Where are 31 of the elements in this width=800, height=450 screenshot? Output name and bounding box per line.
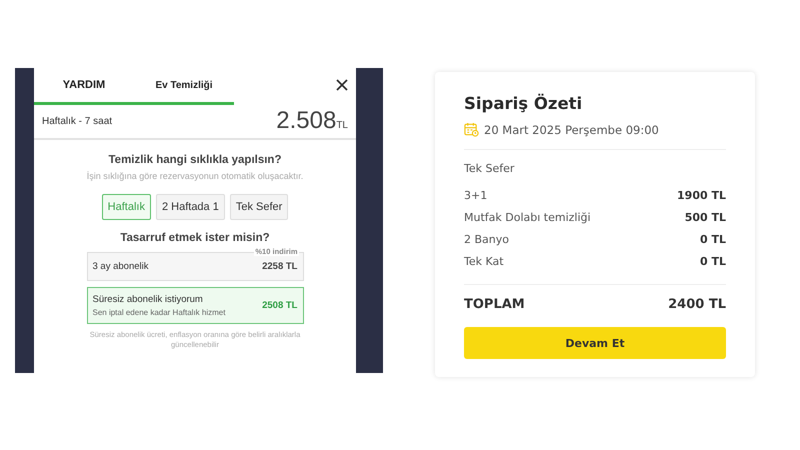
total-label: TOPLAM: [464, 297, 525, 312]
item-name: 2 Banyo: [464, 232, 509, 246]
continue-button[interactable]: Devam Et: [464, 327, 726, 359]
item-name: Mutfak Dolabı temizliği: [464, 210, 591, 224]
help-link[interactable]: YARDIM: [34, 79, 134, 91]
item-price: 1900 TL: [677, 188, 726, 202]
plan-description: Sen iptal edene kadar Haftalık hizmet: [92, 308, 226, 317]
order-date: 20 Mart 2025 Perşembe 09:00: [484, 122, 659, 136]
item-price: 0 TL: [700, 232, 726, 246]
item-name: 3+1: [464, 188, 488, 202]
plan-name: 3 ay abonelik: [92, 261, 148, 272]
frequency-hint: İşin sıklığına göre rezervasyonun otomatik oluşacaktır.: [86, 171, 304, 181]
total-amount: 2400 TL: [668, 297, 726, 312]
summary-title: Sipariş Özeti: [464, 94, 584, 113]
service-type: Tek Sefer: [464, 162, 516, 175]
plan-name: Süresiz abonelik istiyorum: [92, 294, 204, 305]
frequency-option[interactable]: Tek Sefer: [230, 194, 288, 220]
total-price: 2.508TL: [276, 107, 348, 135]
close-icon[interactable]: [336, 79, 348, 91]
item-price: 500 TL: [684, 210, 726, 224]
item-price: 0 TL: [700, 254, 726, 268]
service-title: Ev Temizliği: [154, 80, 214, 90]
frequency-option[interactable]: 2 Haftada 1: [156, 194, 225, 220]
calendar-icon: [464, 122, 479, 137]
plan-price: 2508 TL: [262, 300, 298, 311]
frequency-question: Temizlik hangi sıklıkla yapılsın?: [108, 154, 282, 166]
subscription-option[interactable]: Süresiz abonelik istiyorum Sen iptal edene kadar Haftalık hizmet 2508 TL: [86, 287, 304, 324]
item-name: Tek Kat: [464, 254, 504, 268]
plan-price: 2258 TL: [262, 261, 298, 272]
savings-question: Tasarruf etmek ister misin?: [120, 232, 270, 244]
plan-summary: Haftalık - 7 saat: [42, 116, 112, 126]
